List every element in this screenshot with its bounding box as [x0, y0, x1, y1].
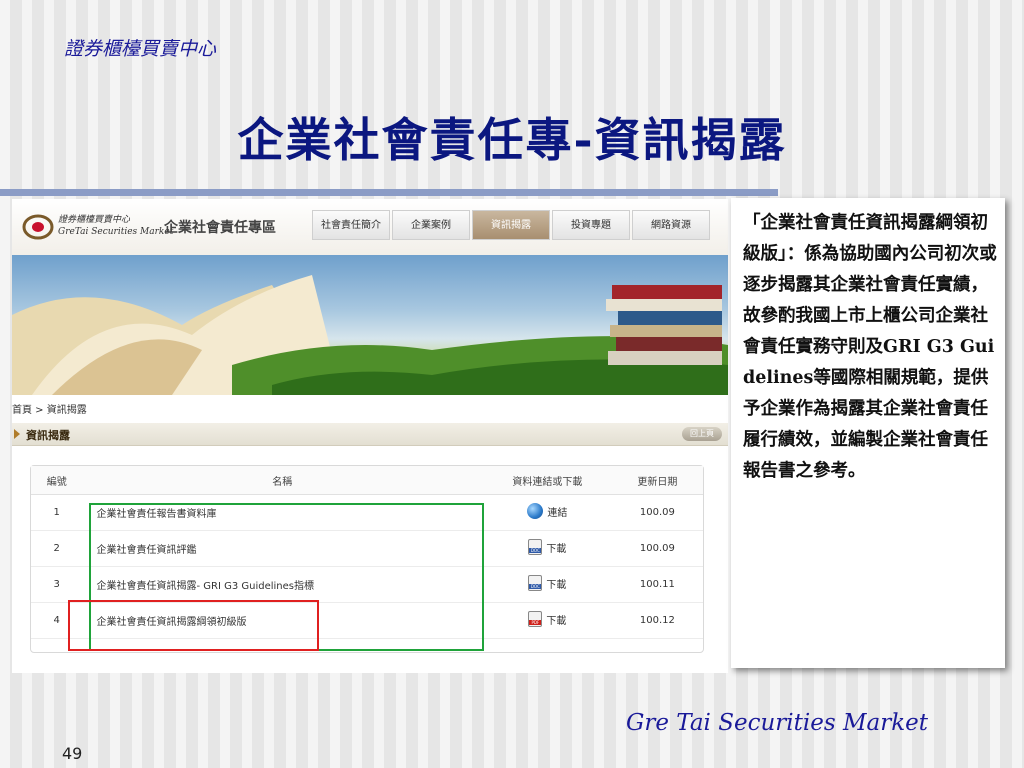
section-title: 資訊揭露: [26, 429, 70, 442]
doc-icon: DOC: [528, 539, 543, 555]
row-action: 連結: [547, 507, 568, 519]
link-button[interactable]: 連結: [527, 503, 567, 519]
description-note: 「企業社會責任資訊揭露綱領初級版」：係為協助國內公司初次或逐步揭露其企業社會責任…: [731, 198, 1005, 668]
doc-icon: DOC: [528, 575, 543, 591]
section-bar: 資訊揭露 回上頁: [12, 423, 728, 446]
row-no: 1: [31, 494, 83, 531]
row-action: 下載: [546, 543, 567, 555]
download-button[interactable]: PDF 下載: [528, 611, 566, 627]
pdf-icon: PDF: [528, 611, 543, 627]
back-button[interactable]: 回上頁: [682, 427, 722, 441]
row-date: 100.09: [611, 494, 703, 531]
row-no: 3: [31, 566, 83, 603]
org-name: 證券櫃檯買賣中心: [64, 38, 217, 60]
header-date: 更新日期: [611, 466, 703, 495]
row-date: 100.09: [611, 530, 703, 567]
nav-tab-resources[interactable]: 網路資源: [632, 210, 710, 240]
header-download: 資料連結或下載: [483, 466, 612, 495]
site-header: 證券櫃檯買賣中心 GreTai Securities Market 企業社會責任…: [12, 199, 728, 255]
main-nav: 社會責任簡介 企業案例 資訊揭露 投資專題 網路資源: [312, 210, 712, 240]
row-date: 100.12: [611, 602, 703, 639]
row-action: 下載: [546, 615, 567, 627]
globe-icon: [527, 503, 544, 519]
logo-text-line1: 證券櫃檯買賣中心: [58, 215, 131, 225]
nav-tab-intro[interactable]: 社會責任簡介: [312, 210, 390, 240]
breadcrumb: 首頁 > 資訊揭露: [12, 405, 87, 416]
logo-text-line2: GreTai Securities Market: [58, 227, 174, 237]
header-no: 編號: [31, 466, 83, 495]
section-arrow-icon: [14, 429, 20, 439]
zone-title: 企業社會責任專區: [164, 220, 276, 236]
nav-tab-disclosure[interactable]: 資訊揭露: [472, 210, 550, 240]
page-number: 49: [62, 744, 83, 763]
row-no: 2: [31, 530, 83, 567]
gretai-logo-icon: [22, 214, 54, 240]
banner-image: [12, 255, 728, 395]
download-button[interactable]: DOC 下載: [528, 539, 566, 555]
book-grass-illustration: [12, 275, 728, 395]
title-rule: [0, 189, 778, 196]
table-header-row: 編號 名稱 資料連結或下載 更新日期: [31, 466, 703, 495]
red-highlight-box: [68, 600, 319, 651]
row-date: 100.11: [611, 566, 703, 603]
footer-brand: Gre Tai Securities Market: [626, 710, 929, 736]
download-button[interactable]: DOC 下載: [528, 575, 566, 591]
slide-title: 企業社會責任專-資訊揭露: [237, 113, 787, 167]
nav-tab-cases[interactable]: 企業案例: [392, 210, 470, 240]
nav-tab-investment[interactable]: 投資專題: [552, 210, 630, 240]
header-name: 名稱: [82, 466, 484, 495]
row-action: 下載: [546, 579, 567, 591]
logo-text: 證券櫃檯買賣中心 GreTai Securities Market: [58, 214, 173, 238]
